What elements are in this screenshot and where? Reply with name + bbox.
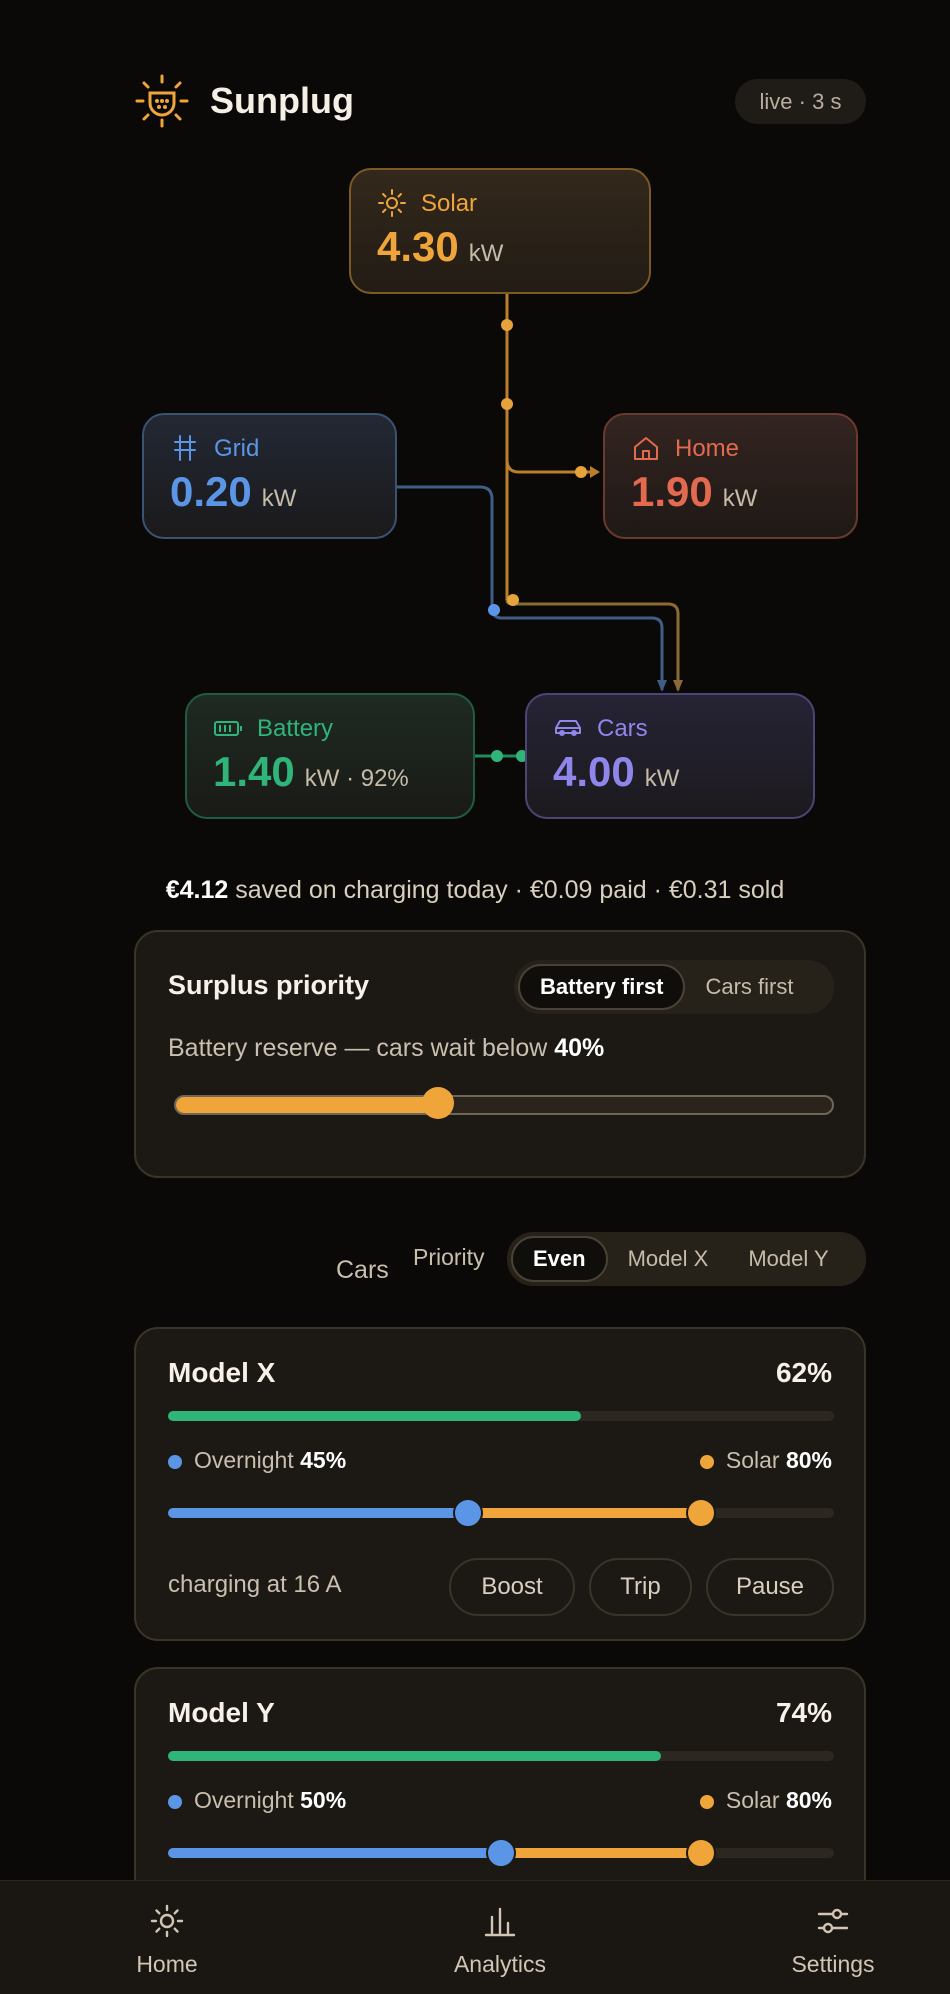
nav-settings-label: Settings — [791, 1951, 875, 1977]
nav-home-label: Home — [136, 1951, 198, 1977]
grid-label: Grid — [214, 435, 260, 462]
car-priority-toggle: Even Model X Model Y — [507, 1232, 866, 1286]
savings-amount: €4.12 — [165, 876, 229, 904]
car-charge-bar — [168, 1751, 834, 1761]
grid-pylon-icon — [174, 435, 196, 461]
solar-target: Solar 80% — [699, 1787, 832, 1814]
charge-target-slider[interactable] — [168, 1838, 834, 1868]
solar-dot — [699, 1794, 714, 1809]
home-node[interactable]: Home 1.90 kW — [603, 413, 858, 539]
solar-node[interactable]: Solar 4.30 kW — [349, 168, 651, 294]
surplus-priority-card: Surplus priority Battery first Cars firs… — [134, 930, 866, 1178]
pause-button[interactable]: Pause — [706, 1558, 834, 1616]
battery-reserve-text: Battery reserve — cars wait below 40% — [168, 1034, 605, 1062]
nav-settings[interactable]: Settings — [753, 1881, 913, 1994]
cars-section-label: Cars — [336, 1256, 389, 1284]
bar-chart-icon — [484, 1907, 516, 1937]
solar-range-fill — [467, 1508, 701, 1518]
savings-detail: saved on charging today · €0.09 paid · €… — [235, 876, 785, 904]
overnight-dot — [168, 1794, 182, 1809]
grid-value: 0.20 kW — [170, 468, 297, 515]
solar-range-fill — [501, 1848, 701, 1858]
battery-value: 1.40 kW · 92% — [213, 748, 409, 795]
overnight-range-fill — [168, 1848, 501, 1858]
solar-target: Solar 80% — [699, 1447, 832, 1474]
overnight-slider-handle[interactable] — [486, 1838, 516, 1868]
car-name: Model X — [168, 1357, 276, 1388]
priority-label: Priority — [413, 1244, 485, 1270]
home-value: 1.90 kW — [631, 468, 758, 515]
trip-button[interactable]: Trip — [589, 1558, 692, 1616]
car-charge-percent: 74% — [775, 1697, 832, 1728]
savings-summary: €4.12 saved on charging today · €0.09 pa… — [0, 876, 950, 905]
surplus-priority-toggle: Battery first Cars first — [514, 960, 834, 1014]
battery-node[interactable]: Battery 1.40 kW · 92% — [185, 693, 475, 819]
option-model-y[interactable]: Model Y — [728, 1236, 848, 1282]
solar-slider-handle[interactable] — [685, 1838, 716, 1868]
battery-label: Battery — [257, 715, 334, 742]
cars-node[interactable]: Cars 4.00 kW — [525, 693, 815, 819]
cars-label: Cars — [597, 715, 648, 742]
option-even[interactable]: Even — [511, 1236, 608, 1282]
reserve-slider-handle[interactable] — [422, 1087, 455, 1119]
nav-home[interactable]: Home — [87, 1881, 247, 1994]
car-name: Model Y — [168, 1697, 275, 1728]
surplus-title: Surplus priority — [168, 970, 370, 1000]
option-cars-first[interactable]: Cars first — [685, 964, 813, 1010]
car-charge-percent: 62% — [775, 1357, 832, 1388]
cars-value: 4.00 kW — [553, 748, 680, 795]
nav-analytics[interactable]: Analytics — [420, 1881, 580, 1994]
solar-slider-handle[interactable] — [685, 1498, 716, 1528]
bottom-navigation: Home Analytics Settings — [0, 1880, 950, 1994]
option-battery-first[interactable]: Battery first — [518, 964, 686, 1010]
overnight-dot — [168, 1454, 182, 1469]
solar-dot — [699, 1454, 714, 1469]
home-label: Home — [675, 435, 740, 462]
boost-button[interactable]: Boost — [449, 1558, 575, 1616]
overnight-slider-handle[interactable] — [452, 1498, 483, 1528]
battery-icon — [214, 721, 242, 736]
sun-icon — [150, 1904, 184, 1938]
sliders-icon — [817, 1908, 849, 1934]
nav-analytics-label: Analytics — [453, 1951, 547, 1977]
overnight-target: Overnight 45% — [168, 1447, 346, 1474]
solar-label: Solar — [421, 190, 478, 217]
overnight-range-fill — [168, 1508, 468, 1518]
sun-icon — [378, 189, 406, 217]
car-charge-bar — [168, 1411, 834, 1421]
solar-value: 4.30 kW — [377, 223, 504, 270]
grid-node[interactable]: Grid 0.20 kW — [142, 413, 397, 539]
battery-reserve-slider[interactable] — [174, 1087, 834, 1119]
house-icon — [634, 437, 658, 460]
charging-status: charging at 16 A — [168, 1571, 342, 1598]
option-model-x[interactable]: Model X — [608, 1236, 729, 1282]
overnight-target: Overnight 50% — [168, 1787, 346, 1814]
car-icon — [555, 720, 581, 736]
charge-target-slider[interactable] — [168, 1498, 834, 1528]
car-card-model-x: Model X 62% Overnight 45% Solar 80% char… — [134, 1327, 866, 1641]
